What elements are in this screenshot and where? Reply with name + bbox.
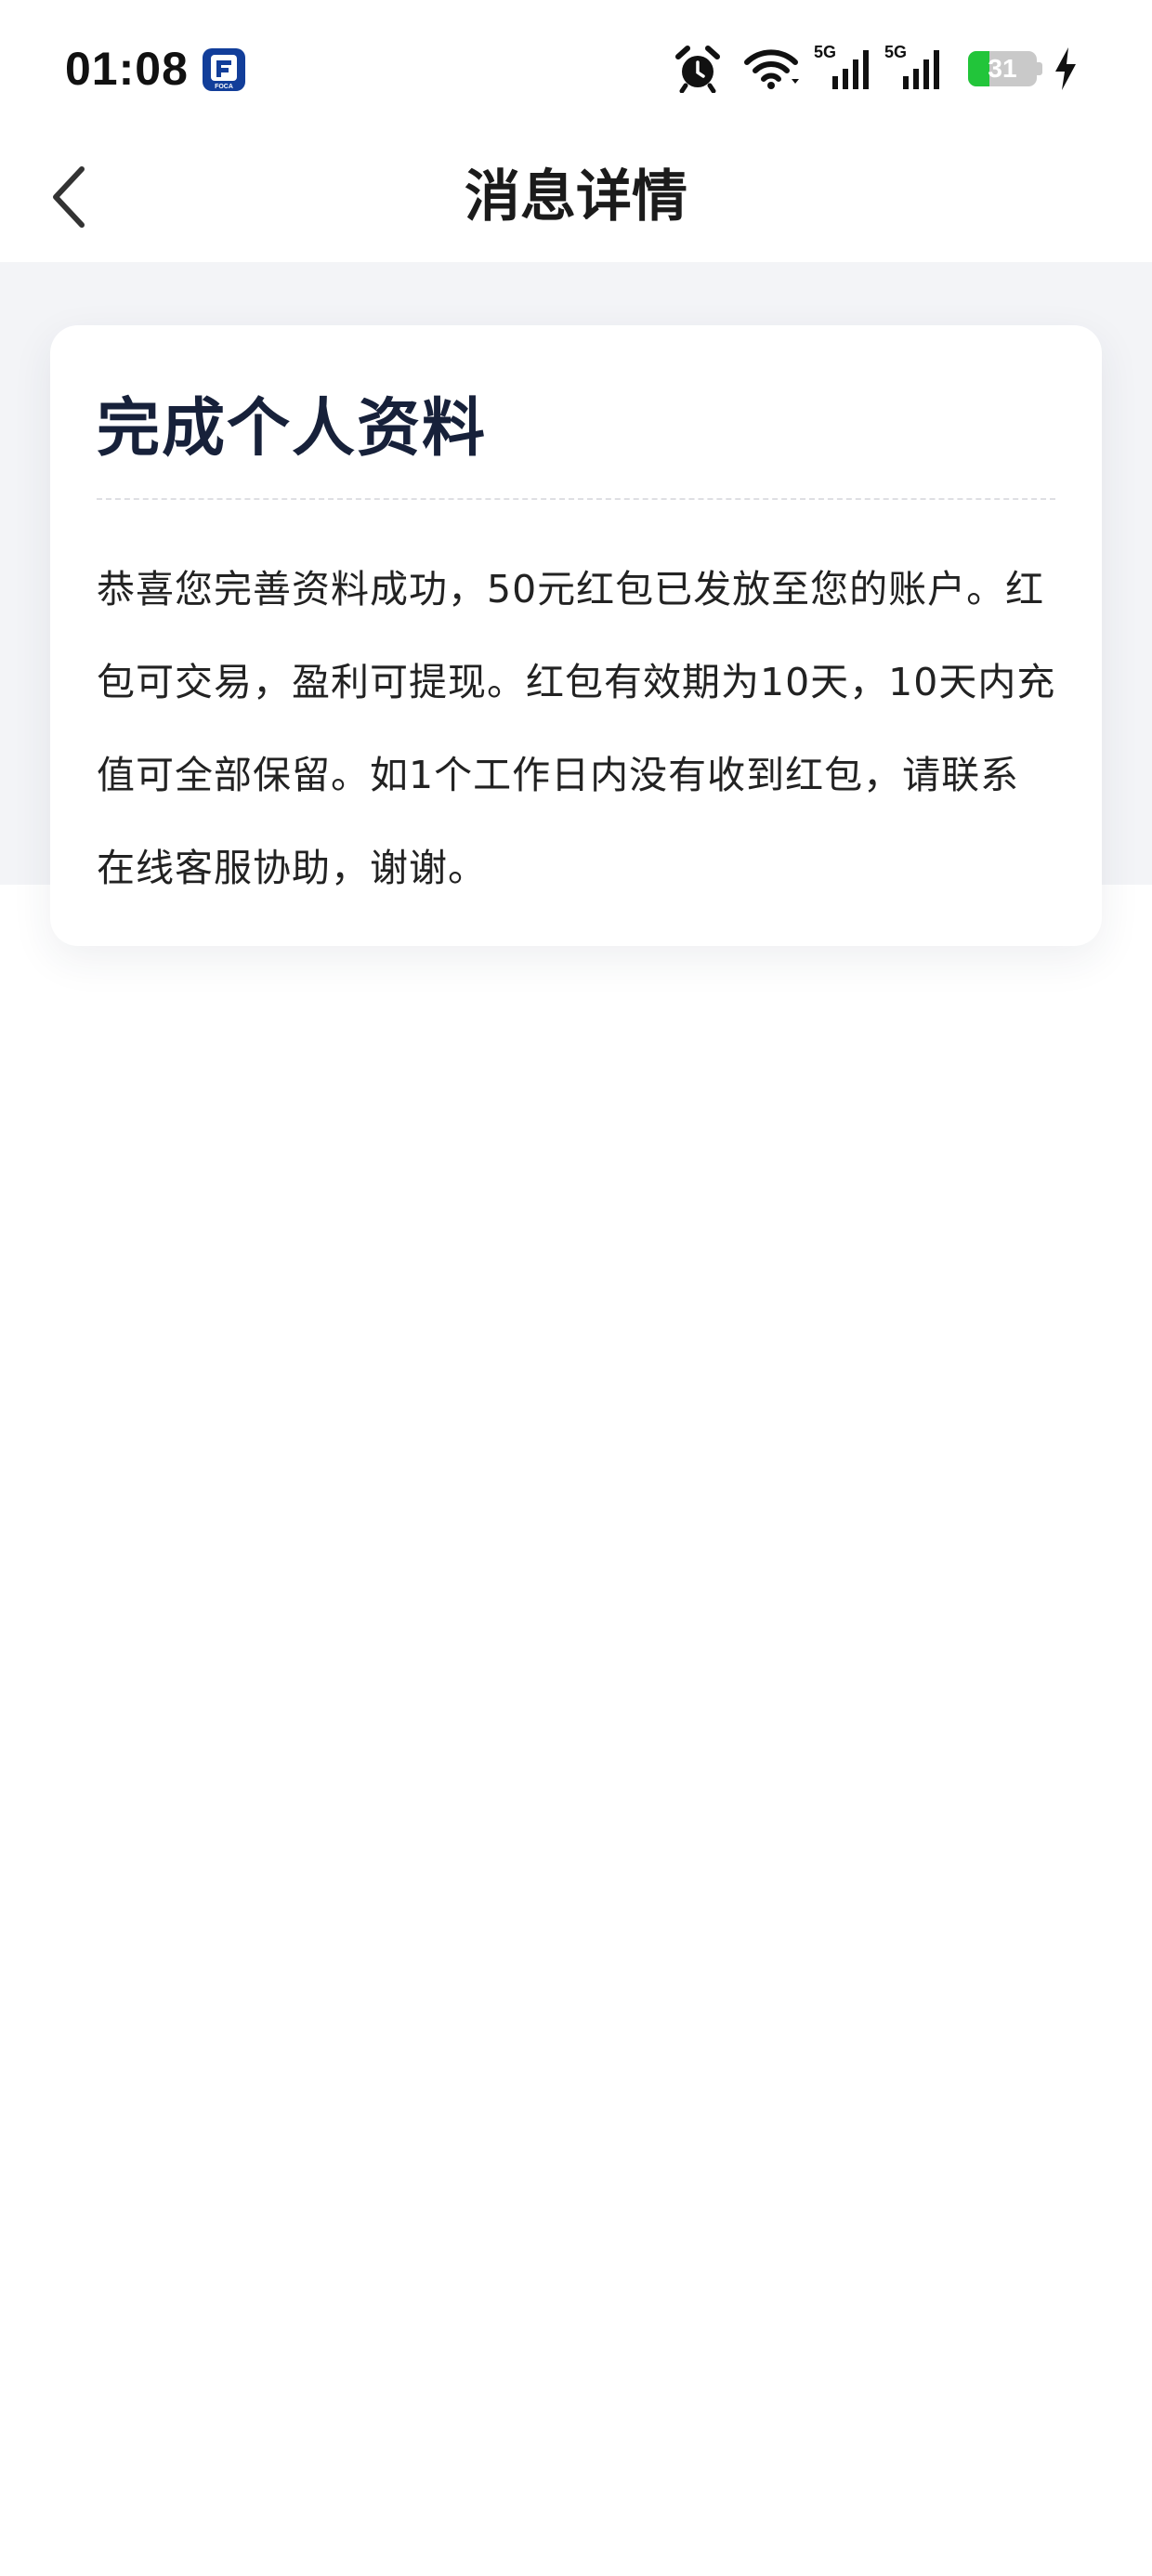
message-body: 恭喜您完善资料成功，50元红包已发放至您的账户。红包可交易，盈利可提现。红包有效… <box>97 567 1056 890</box>
battery-level: 31 <box>988 54 1017 83</box>
message-title: 完成个人资料 <box>97 392 488 466</box>
status-bar: 01:08 FOCA 5G 5G 31 <box>0 0 1152 130</box>
divider <box>97 498 1055 500</box>
message-card: 完成个人资料 恭喜您完善资料成功，50元红包已发放至您的账户。红包可交易，盈利可… <box>50 325 1102 946</box>
signal-5g-icon: 5G <box>814 43 871 93</box>
alarm-icon <box>675 46 720 93</box>
status-icons: 5G 5G 31 <box>674 41 1078 97</box>
battery-terminal <box>1037 62 1042 75</box>
status-time: 01:08 <box>65 43 189 95</box>
battery-icon: 31 <box>968 51 1037 86</box>
charging-bolt-icon <box>1055 47 1076 90</box>
page-title: 消息详情 <box>465 164 687 230</box>
app-badge-label: FOCA <box>215 84 233 90</box>
wifi-icon <box>744 49 799 89</box>
nav-bar: 消息详情 <box>0 130 1152 262</box>
app-badge-icon: FOCA <box>203 48 245 91</box>
signal-5g-icon: 5G <box>884 43 942 93</box>
